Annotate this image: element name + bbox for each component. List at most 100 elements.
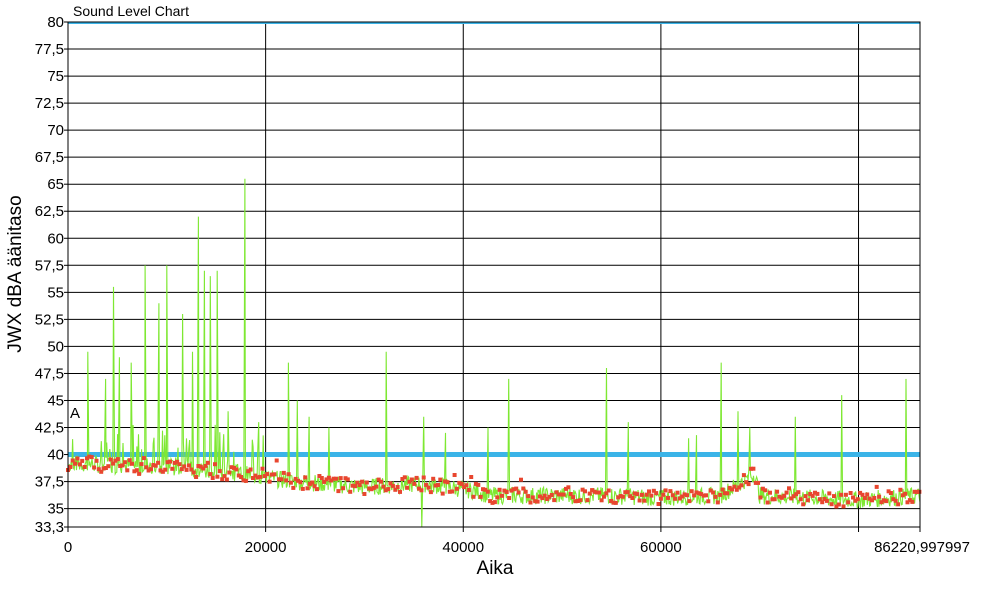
series-marker-point — [163, 467, 168, 472]
series-marker-point — [884, 499, 889, 504]
series-marker-point — [452, 473, 457, 477]
series-marker-point — [903, 491, 908, 496]
series-marker-point — [471, 494, 476, 499]
series-marker-point — [566, 485, 571, 490]
series-marker-point — [298, 480, 303, 485]
series-marker-point — [398, 489, 402, 494]
y-tick-label: 67,5 — [35, 149, 64, 166]
marker-label-a: A — [70, 405, 80, 422]
series-marker-point — [405, 485, 410, 490]
x-tick-label: 40000 — [442, 539, 484, 556]
series-marker-point — [685, 493, 689, 498]
series-marker-point — [670, 493, 675, 498]
series-marker-point — [348, 489, 353, 494]
series-marker-point — [319, 476, 324, 480]
series-marker-point — [243, 478, 248, 483]
series-marker-point — [647, 489, 651, 494]
series-marker-point — [291, 485, 296, 490]
y-tick-label: 65 — [47, 176, 64, 193]
series-marker-point — [530, 495, 535, 500]
y-tick-label: 55 — [47, 284, 64, 301]
y-tick-label: 40 — [47, 447, 64, 464]
series-marker-point — [846, 500, 851, 505]
y-tick-label: 70 — [47, 122, 64, 139]
x-tick-label: 60000 — [640, 539, 682, 556]
series-marker-point — [711, 490, 716, 495]
series-marker-point — [872, 496, 877, 500]
series-marker-point — [409, 477, 414, 482]
series-marker-point — [194, 475, 199, 479]
y-tick-label: 57,5 — [35, 257, 64, 274]
series-marker-point — [500, 493, 504, 498]
series-marker-point — [597, 490, 602, 495]
series-marker-point — [839, 492, 844, 497]
series-marker-point — [478, 494, 483, 499]
series-marker-point — [106, 464, 111, 469]
series-marker-point — [208, 472, 213, 477]
series-marker-point — [552, 498, 557, 503]
series-marker-point — [654, 491, 659, 496]
series-marker-point — [139, 462, 144, 467]
series-marker-point — [130, 461, 134, 466]
series-marker-point — [642, 498, 647, 503]
series-marker-point — [836, 502, 841, 507]
series-marker-point — [843, 492, 848, 497]
y-tick-label: 75 — [47, 68, 64, 85]
series-marker-point — [803, 494, 808, 499]
series-marker-point — [386, 487, 391, 492]
series-marker-point — [718, 492, 723, 497]
series-marker-point — [827, 491, 832, 496]
series-marker-point — [516, 490, 521, 495]
series-marker-point — [338, 476, 343, 481]
series-marker-point — [265, 472, 270, 477]
sound-level-chart: Sound Level Chart Aika JWX dBA äänitaso … — [0, 0, 990, 588]
series-marker-point — [170, 466, 175, 471]
series-marker-point — [649, 493, 654, 498]
series-marker-point — [495, 495, 500, 500]
series-marker-point — [528, 500, 533, 505]
series-marker-point — [507, 496, 512, 500]
series-marker-point — [815, 491, 820, 496]
series-marker-point — [561, 492, 566, 497]
series-marker-point — [798, 497, 803, 502]
series-marker-point — [213, 462, 217, 467]
series-marker-point — [390, 483, 395, 488]
series-marker-point — [141, 456, 146, 461]
series-marker-point — [288, 480, 293, 485]
series-marker-point — [704, 493, 708, 498]
series-marker-point — [279, 477, 284, 482]
series-marker-point — [497, 487, 502, 492]
series-marker-point — [364, 480, 369, 485]
series-marker-point — [796, 490, 801, 495]
series-marker-point — [381, 484, 386, 489]
series-marker-point — [402, 475, 407, 480]
y-tick-label: 33,3 — [35, 519, 64, 536]
series-marker-point — [606, 488, 611, 493]
series-marker-point — [227, 470, 232, 475]
y-tick-label: 42,5 — [35, 420, 64, 437]
series-marker-point — [519, 477, 523, 482]
series-marker-point — [687, 499, 692, 504]
series-marker-point — [445, 480, 450, 485]
series-marker-point — [720, 487, 725, 492]
series-marker-point — [599, 498, 604, 503]
series-marker-point — [765, 500, 770, 505]
chart-svg: Sound Level Chart Aika JWX dBA äänitaso … — [0, 0, 990, 588]
series-marker-point — [630, 496, 635, 500]
series-marker-point — [832, 494, 836, 499]
series-marker-point — [877, 494, 882, 499]
y-tick-label: 60 — [47, 230, 64, 247]
series-marker-point — [303, 475, 308, 480]
series-marker-point — [865, 492, 870, 497]
series-marker-point — [625, 490, 630, 495]
series-marker-point — [134, 468, 139, 473]
y-tick-label: 47,5 — [35, 365, 64, 382]
series-marker-point — [215, 474, 220, 479]
series-marker-point — [526, 494, 531, 499]
series-marker-point — [504, 490, 509, 494]
series-marker-point — [168, 459, 172, 464]
series-marker-point — [182, 464, 187, 469]
series-marker-point — [75, 456, 80, 461]
series-marker-point — [115, 457, 120, 462]
series-marker-point — [431, 476, 436, 481]
